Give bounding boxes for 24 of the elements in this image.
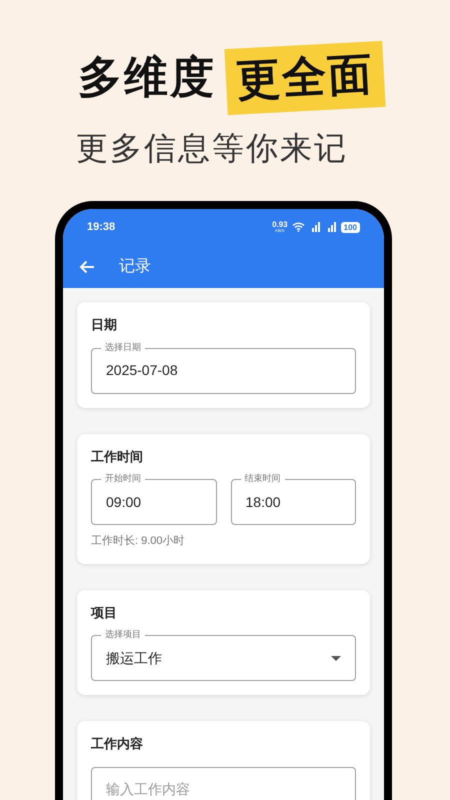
section-title: 工作内容 [91, 735, 143, 753]
status-time: 19:38 [87, 220, 116, 235]
wifi-icon [292, 222, 305, 232]
net-speed: 0.93 [272, 221, 288, 229]
section-title: 工作时间 [91, 448, 143, 466]
field-value: 搬运工作 [106, 648, 163, 668]
field-label: 开始时间 [101, 472, 145, 484]
headline: 多维度 [78, 51, 216, 105]
duration-note: 工作时长: 9.00小时 [91, 534, 185, 549]
section-title: 项目 [91, 604, 117, 622]
headline-highlight: 更全面 [224, 40, 386, 116]
field-label: 选择日期 [101, 340, 145, 352]
field-value: 2025-07-08 [106, 361, 179, 380]
field-label: 结束时间 [240, 472, 284, 484]
back-arrow-icon[interactable] [79, 260, 95, 274]
field-label: 选择项目 [101, 628, 145, 640]
section-title: 日期 [91, 316, 117, 334]
field-value: 18:00 [246, 492, 282, 512]
subtitle: 更多信息等你来记 [76, 129, 348, 167]
dropdown-caret-icon [331, 656, 341, 660]
screen-title: 记录 [119, 256, 151, 276]
field-placeholder: 输入工作内容 [106, 780, 191, 799]
battery-indicator: 100 [340, 222, 360, 232]
field-value: 09:00 [106, 492, 142, 512]
